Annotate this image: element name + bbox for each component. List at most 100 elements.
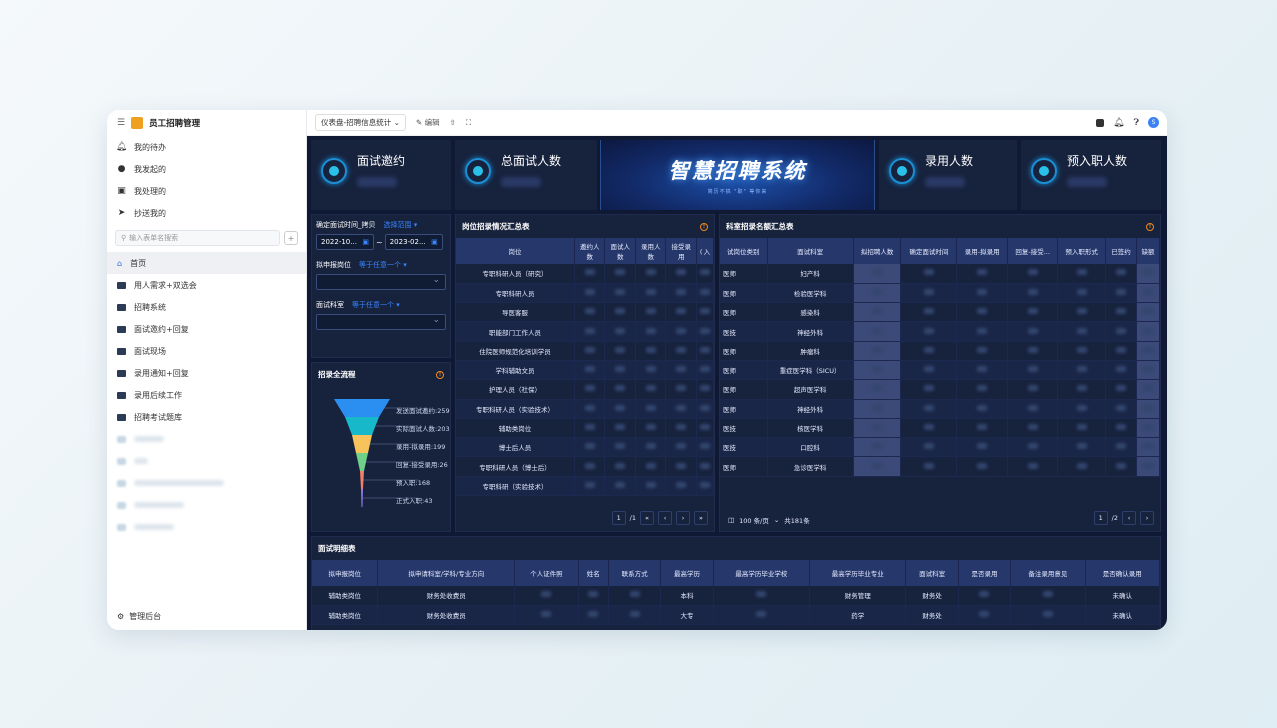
column-header[interactable]: 备注录用意见 — [1010, 560, 1086, 586]
page-size-select[interactable]: 100 条/页 — [739, 515, 769, 525]
column-header[interactable]: 拟申报岗位 — [312, 560, 379, 586]
table-row[interactable]: 医师 检验医学科 — [720, 283, 1160, 304]
table-row[interactable]: 医技 核医学科 — [720, 418, 1160, 439]
sidebar-item-blurred[interactable] — [107, 494, 306, 516]
add-button[interactable]: + — [284, 231, 298, 245]
column-header[interactable]: 录用-拟录用 — [956, 238, 1008, 264]
doc-icon[interactable] — [1096, 118, 1105, 127]
column-header[interactable]: 联系方式 — [608, 560, 662, 586]
first-page-icon[interactable]: « — [640, 511, 654, 525]
table-row[interactable]: 医师 神经外科 — [720, 399, 1160, 419]
info-icon[interactable]: ! — [1146, 222, 1154, 231]
table-row[interactable]: 医师 肿瘤科 — [720, 341, 1160, 361]
table-row[interactable]: 专职科研人员（研究） — [456, 264, 714, 284]
notification-icon[interactable]: 🔔︎ — [1113, 118, 1124, 128]
table-row[interactable]: 学科辅助文员 — [456, 360, 714, 381]
column-header[interactable]: 是否确认录用 — [1085, 560, 1161, 586]
column-header[interactable]: 面试科室 — [767, 238, 854, 264]
column-header[interactable]: 最高学历 — [660, 560, 714, 586]
prev-page-icon[interactable]: ‹ — [658, 511, 672, 525]
table-row[interactable]: 医师 感染科 — [720, 302, 1160, 323]
info-icon[interactable]: ! — [700, 222, 708, 231]
column-header[interactable]: 回复-接受... — [1007, 238, 1059, 264]
date-range-link[interactable]: 选择范围 ▾ — [384, 220, 418, 230]
column-header[interactable]: 姓名 — [578, 560, 609, 586]
share-icon[interactable]: ⇧ — [450, 118, 456, 127]
post-select[interactable] — [316, 274, 446, 290]
column-header[interactable]: 拟申请科室/学科/专业方向 — [377, 560, 516, 586]
column-header[interactable]: 最高学历毕业学校 — [713, 560, 811, 586]
column-header[interactable]: 邀约人数 — [574, 238, 606, 264]
expand-icon[interactable]: ⛶ — [466, 118, 471, 128]
table-row[interactable]: 医师 妇产科 — [720, 264, 1160, 284]
edit-button[interactable]: ✎ 编辑 — [416, 117, 440, 128]
sidebar-item-folder[interactable]: 录用后续工作 — [107, 384, 306, 406]
column-header[interactable]: 个人证件照 — [514, 560, 579, 586]
sidebar-item-home[interactable]: ⌂ 首页 — [107, 252, 306, 274]
sidebar-item-cc[interactable]: ➤ 抄送我的 — [107, 202, 306, 224]
page-current[interactable]: 1 — [611, 511, 626, 525]
date-start-input[interactable]: 2022-10... ▣ — [316, 234, 374, 250]
column-header[interactable]: 录用人数 — [635, 238, 667, 264]
sidebar-item-blurred[interactable] — [107, 450, 306, 472]
column-header[interactable]: 面试人数 — [604, 238, 636, 264]
table-row[interactable]: 专职科研人员 — [456, 283, 714, 304]
table-row[interactable]: 专职科研（实验技术） — [456, 476, 714, 497]
column-header[interactable]: 确定面试时间 — [900, 238, 958, 264]
sidebar-item-folder[interactable]: 面试邀约+回复 — [107, 318, 306, 340]
table-row[interactable]: 博士后人员 — [456, 437, 714, 458]
table-row[interactable]: 辅助类岗位 财务处收费员 本科 财务管理 财务处 未确认 — [312, 586, 1161, 606]
sidebar-item-blurred[interactable] — [107, 472, 306, 494]
table-row[interactable]: 专职科研人员（实验技术） — [456, 399, 714, 419]
page-current[interactable]: 1 — [1093, 511, 1108, 525]
menu-icon[interactable]: ☰ — [117, 118, 125, 128]
table-row[interactable]: 辅助类岗位 — [456, 418, 714, 439]
table-row[interactable]: 住院医师规范化培训学员 — [456, 341, 714, 361]
column-header[interactable]: 岗位 — [456, 238, 575, 264]
avatar[interactable]: S — [1148, 117, 1159, 128]
column-header[interactable]: 最高学历毕业专业 — [809, 560, 907, 586]
search-input[interactable]: ⚲ 输入表单名搜索 — [115, 230, 280, 246]
chevron-down-icon[interactable]: ⌄ — [774, 516, 779, 524]
dept-condition-link[interactable]: 等于任意一个 ▾ — [352, 300, 400, 310]
sidebar-item-folder[interactable]: 面试现场 — [107, 340, 306, 362]
dashboard-select[interactable]: 仪表盘-招聘信息统计 ⌄ — [315, 114, 406, 131]
column-header[interactable]: 接受录用 — [665, 238, 697, 264]
date-end-input[interactable]: 2023-02... ▣ — [384, 234, 443, 250]
sidebar-item-folder[interactable]: 招聘系统 — [107, 296, 306, 318]
admin-link[interactable]: ⚙ 管理后台 — [117, 611, 161, 622]
info-icon[interactable]: ! — [436, 370, 444, 379]
sidebar-item-folder[interactable]: 录用通知+回复 — [107, 362, 306, 384]
column-header[interactable]: 是否录用 — [958, 560, 1012, 586]
next-page-icon[interactable]: › — [676, 511, 690, 525]
sidebar-item-todo[interactable]: 🔔︎ 我的待办 — [107, 136, 306, 158]
dept-select[interactable] — [316, 314, 446, 330]
table-row[interactable]: 辅助类岗位 财务处收费员 大专 药学 财务处 未确认 — [312, 605, 1161, 626]
column-header[interactable]: 拟招聘人数 — [853, 238, 902, 264]
table-row[interactable]: 职能部门工作人员 — [456, 321, 714, 342]
table-row[interactable]: 医师 超声医学科 — [720, 379, 1160, 400]
column-header[interactable]: 试岗位类别 — [720, 238, 768, 264]
sidebar-item-initiated[interactable]: ● 我发起的 — [107, 158, 306, 180]
column-header[interactable]: 预入职形式 — [1057, 238, 1106, 264]
sidebar-item-processed[interactable]: ▣ 我处理的 — [107, 180, 306, 202]
sidebar-item-folder[interactable]: 用人需求+双选会 — [107, 274, 306, 296]
table-row[interactable]: 医师 急诊医学科 — [720, 456, 1160, 477]
table-row[interactable]: 专职科研人员（博士后） — [456, 456, 714, 477]
table-row[interactable]: 医技 神经外科 — [720, 321, 1160, 342]
column-header[interactable]: 面试科室 — [905, 560, 959, 586]
sidebar-item-blurred[interactable] — [107, 516, 306, 538]
sidebar-item-folder[interactable]: 招聘考试题库 — [107, 406, 306, 428]
table-row[interactable]: 医师 重症医学科（SICU） — [720, 360, 1160, 381]
last-page-icon[interactable]: » — [694, 511, 708, 525]
table-row[interactable]: 护理人员（社保） — [456, 379, 714, 400]
table-row[interactable]: 导医客服 — [456, 302, 714, 323]
table-row[interactable]: 医技 口腔科 — [720, 437, 1160, 458]
column-header[interactable]: 已签约 — [1105, 238, 1138, 264]
prev-page-icon[interactable]: ‹ — [1122, 511, 1136, 525]
post-condition-link[interactable]: 等于任意一个 ▾ — [359, 260, 407, 270]
column-header[interactable]: 缺额 — [1136, 238, 1160, 264]
next-page-icon[interactable]: › — [1140, 511, 1154, 525]
sidebar-item-blurred[interactable] — [107, 428, 306, 450]
column-header[interactable]: ( 入 — [696, 238, 714, 264]
